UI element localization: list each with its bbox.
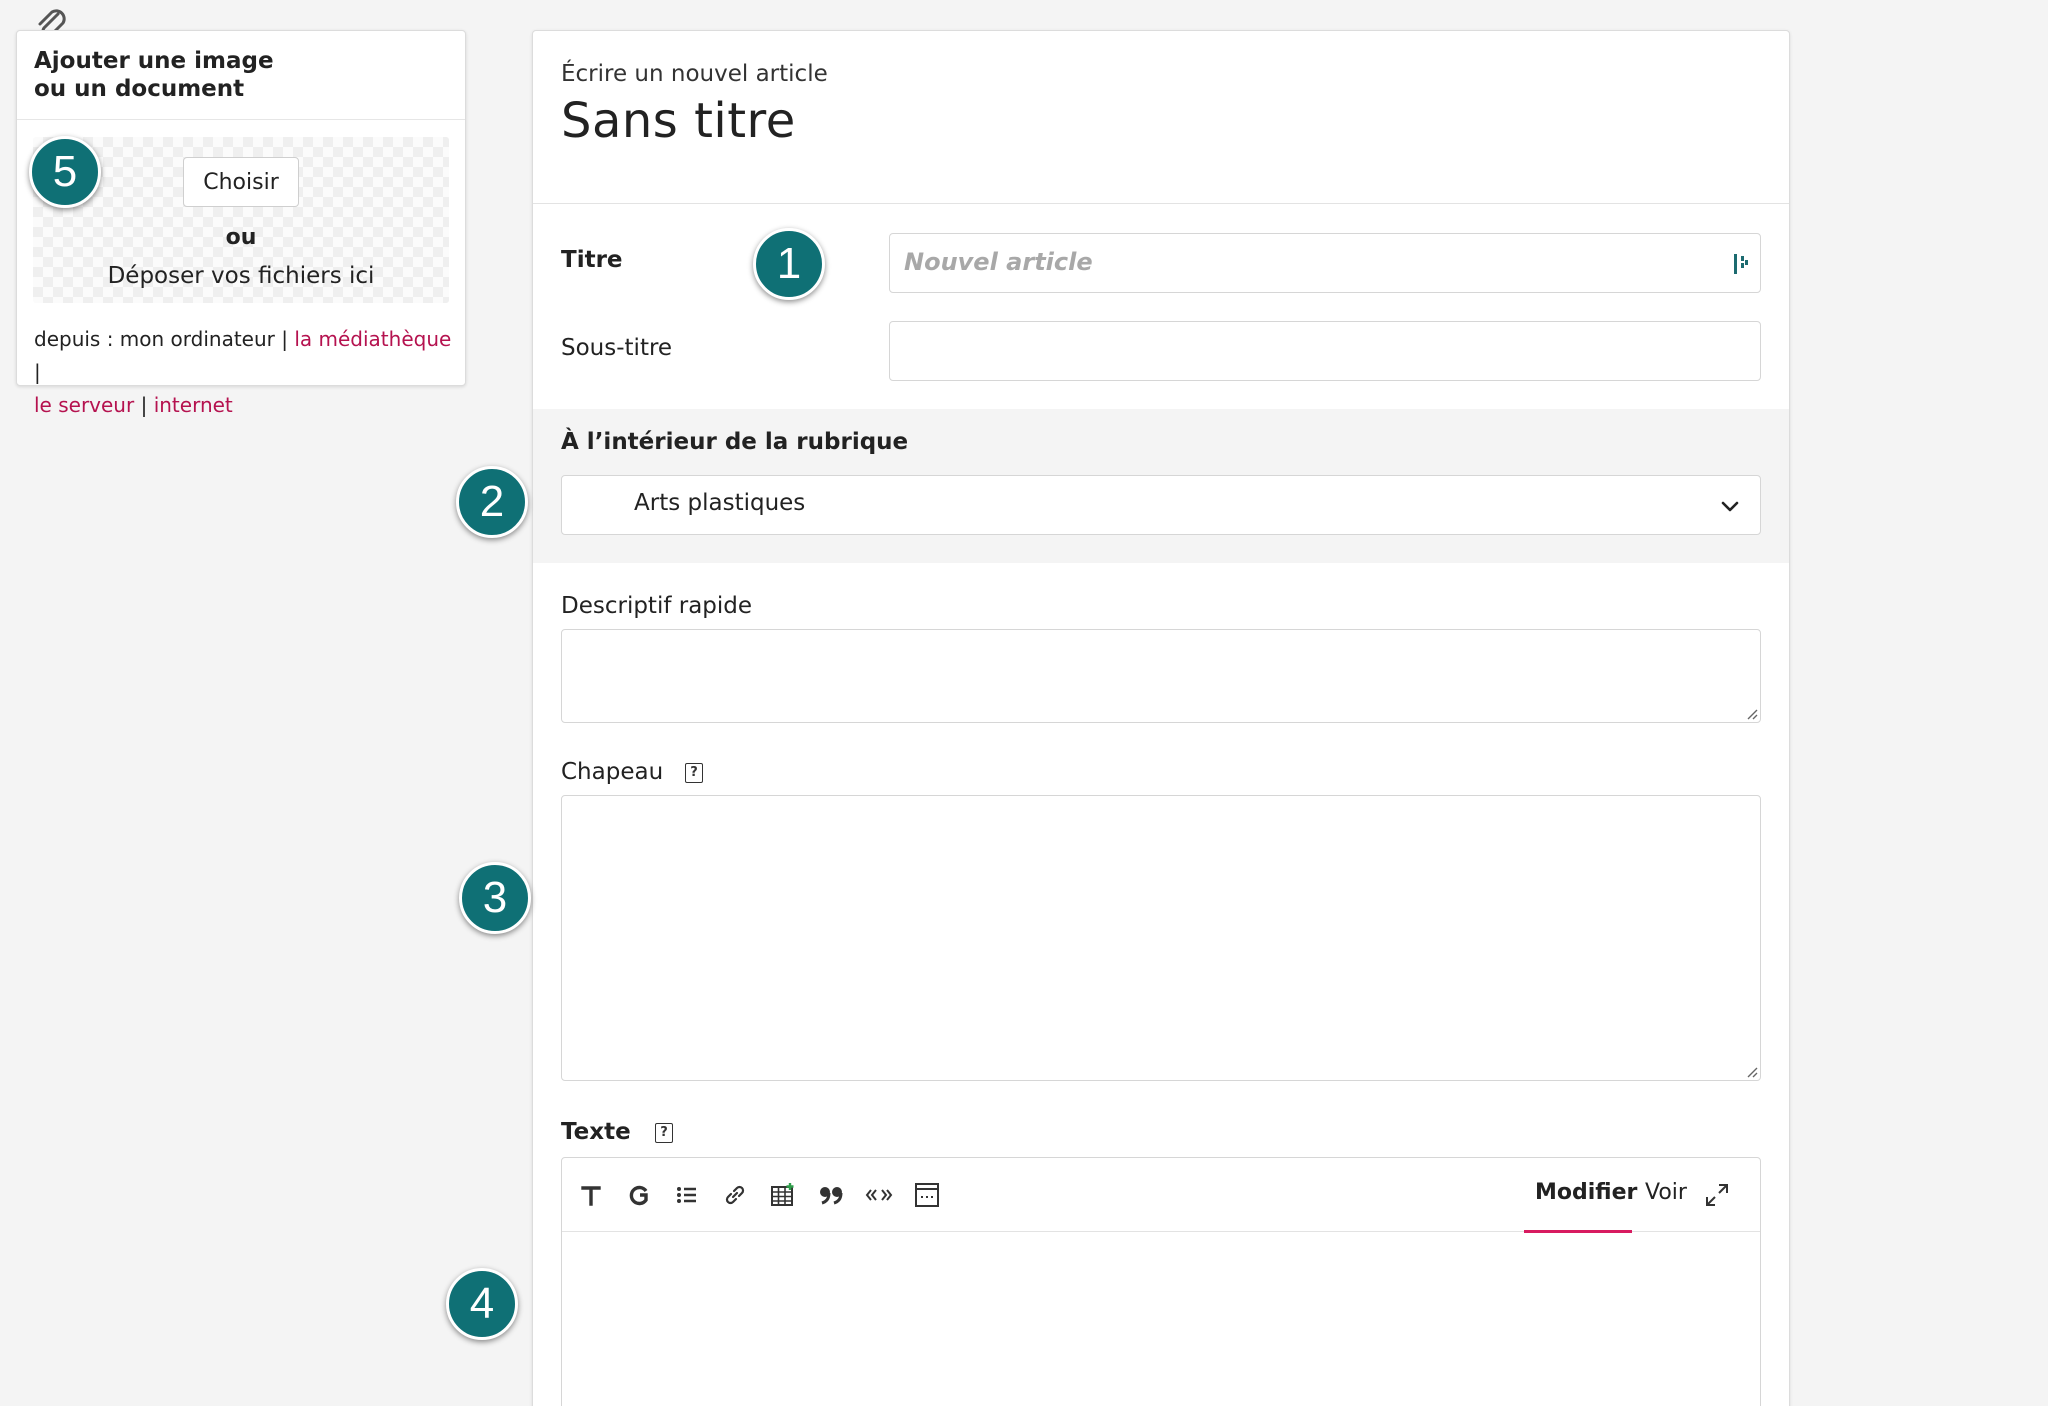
page-subheading: Écrire un nouvel article [561,61,828,87]
chapeau-label: Chapeau [561,759,664,785]
active-tab-indicator [1524,1230,1632,1233]
article-form-panel: Écrire un nouvel article Sans titre Titr… [532,30,1790,1406]
source-internet-link[interactable]: internet [154,393,233,417]
quote-icon[interactable] [816,1180,846,1210]
step-badge-5: 5 [29,136,101,208]
titre-input[interactable]: Nouvel article [889,233,1761,293]
texte-help-icon[interactable]: ? [655,1123,673,1143]
soustitre-label: Sous-titre [561,335,673,361]
list-icon[interactable] [672,1180,702,1210]
step-badge-2: 2 [456,466,528,538]
code-icon[interactable] [864,1180,894,1210]
rubrique-select[interactable]: Arts plastiques [561,475,1761,535]
sources-separator: | [34,360,41,384]
divider [17,119,465,120]
table-icon[interactable] [768,1180,798,1210]
divider [533,203,1789,204]
page-title: Sans titre [561,93,796,149]
source-serveur-link[interactable]: le serveur [34,393,134,417]
heading-icon[interactable] [576,1180,606,1210]
step-badge-1: 1 [753,228,825,300]
tab-voir[interactable]: Voir [1645,1180,1687,1205]
resize-handle-icon[interactable] [1744,1064,1758,1078]
chapeau-textarea[interactable] [561,795,1761,1081]
upload-sources: depuis : mon ordinateur | la médiathèque… [34,323,454,422]
step-badge-4: 4 [446,1268,518,1340]
resize-handle-icon[interactable] [1744,706,1758,720]
descriptif-textarea[interactable] [561,629,1761,723]
expand-icon[interactable] [1702,1180,1732,1210]
rubrique-label: À l’intérieur de la rubrique [561,429,909,455]
grip-icon [1734,254,1748,274]
editor-toolbar: Modifier Voir [562,1158,1760,1233]
soustitre-input[interactable] [889,321,1761,381]
link-icon[interactable] [720,1180,750,1210]
sources-separator: | [140,393,148,417]
or-label: ou [225,225,257,250]
descriptif-label: Descriptif rapide [561,593,753,619]
tab-modifier[interactable]: Modifier [1535,1180,1637,1205]
bold-icon[interactable] [624,1180,654,1210]
choose-file-button[interactable]: Choisir [183,157,299,207]
drop-files-label: Déposer vos fichiers ici [107,263,375,289]
image-block-icon[interactable] [912,1180,942,1210]
chapeau-help-icon[interactable]: ? [685,763,703,783]
source-mediatheque-link[interactable]: la médiathèque [294,327,451,351]
texte-label: Texte [561,1119,631,1145]
rubrique-section: À l’intérieur de la rubrique Arts plasti… [533,409,1789,563]
chevron-down-icon [1721,501,1739,512]
sources-prefix: depuis : mon ordinateur | [34,327,288,351]
upload-title: Ajouter une image ou un document [34,48,274,102]
upload-panel: Ajouter une image ou un document Choisir… [16,30,466,417]
titre-placeholder: Nouvel article [904,248,1093,276]
texte-editor[interactable]: Modifier Voir [561,1157,1761,1406]
step-badge-3: 3 [459,862,531,934]
titre-label: Titre [561,247,623,273]
rubrique-selected-value: Arts plastiques [634,490,806,516]
